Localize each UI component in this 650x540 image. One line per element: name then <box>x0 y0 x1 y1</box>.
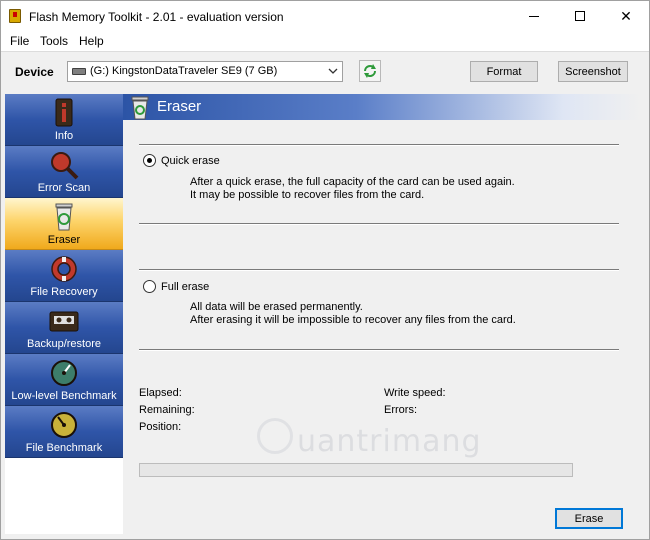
sidebar-item-backup-restore[interactable]: Backup/restore <box>5 302 123 354</box>
errors-label: Errors: <box>384 404 417 416</box>
sidebar-item-label: Eraser <box>47 234 81 246</box>
write-speed-label: Write speed: <box>384 387 446 399</box>
quick-erase-description: After a quick erase, the full capacity o… <box>190 176 515 188</box>
full-erase-label[interactable]: Full erase <box>161 281 209 293</box>
gauge-icon <box>51 360 77 386</box>
recycle-bin-icon <box>131 96 149 120</box>
menu-file[interactable]: File <box>10 34 29 48</box>
quick-erase-radio[interactable] <box>143 154 156 167</box>
full-erase-description: All data will be erased permanently. <box>190 301 363 313</box>
page-title: Eraser <box>157 98 202 115</box>
sidebar: Info Error Scan Eraser File Recovery Bac… <box>5 94 123 534</box>
divider <box>139 349 619 350</box>
minimize-icon <box>529 15 539 17</box>
sidebar-item-low-level-benchmark[interactable]: Low-level Benchmark <box>5 354 123 406</box>
usb-drive-icon <box>72 68 86 75</box>
position-label: Position: <box>139 421 182 433</box>
sidebar-item-error-scan[interactable]: Error Scan <box>5 146 123 198</box>
refresh-arrows-icon <box>364 64 376 78</box>
sidebar-item-label: Error Scan <box>37 182 91 194</box>
close-icon: ✕ <box>620 7 632 24</box>
menu-help[interactable]: Help <box>79 34 104 48</box>
full-erase-radio[interactable] <box>143 280 156 293</box>
format-button[interactable]: Format <box>470 61 538 82</box>
app-icon <box>9 9 21 23</box>
chevron-down-icon <box>328 68 338 74</box>
maximize-icon <box>575 11 585 21</box>
lifebuoy-icon <box>51 256 77 282</box>
full-erase-description: After erasing it will be impossible to r… <box>190 314 516 326</box>
eraser-panel: Eraser Quick erase After a quick erase, … <box>123 94 641 534</box>
sidebar-item-label: Backup/restore <box>27 338 101 350</box>
remaining-label: Remaining: <box>139 404 195 416</box>
quick-erase-label[interactable]: Quick erase <box>161 155 220 167</box>
sidebar-item-eraser[interactable]: Eraser <box>5 198 123 250</box>
device-label: Device <box>15 65 54 79</box>
erase-progress-bar <box>139 463 573 477</box>
close-button[interactable]: ✕ <box>603 1 649 31</box>
refresh-devices-button[interactable] <box>359 60 381 82</box>
device-dropdown[interactable]: (G:) KingstonDataTraveler SE9 (7 GB) <box>67 61 343 82</box>
elapsed-label: Elapsed: <box>139 387 182 399</box>
divider <box>139 269 619 270</box>
sidebar-item-label: Low-level Benchmark <box>11 390 117 402</box>
watermark: uantrimang <box>251 416 491 466</box>
divider <box>139 144 619 145</box>
maximize-button[interactable] <box>557 1 603 31</box>
quick-erase-description: It may be possible to recover files from… <box>190 189 425 201</box>
app-window: Flash Memory Toolkit - 2.01 - evaluation… <box>0 0 650 540</box>
watermark-text: uantrimang <box>297 424 482 459</box>
watermark-logo-icon <box>257 418 293 454</box>
menu-tools[interactable]: Tools <box>40 34 68 48</box>
info-icon <box>55 98 73 127</box>
gauge-icon <box>51 412 77 438</box>
section-header: Eraser <box>123 94 641 120</box>
sidebar-item-label: File Recovery <box>30 286 98 298</box>
menu-bar: File Tools Help <box>1 31 649 51</box>
screenshot-button[interactable]: Screenshot <box>558 61 628 82</box>
recycle-bin-icon <box>55 203 73 231</box>
magnifier-icon <box>51 152 79 180</box>
sidebar-item-file-benchmark[interactable]: File Benchmark <box>5 406 123 458</box>
device-dropdown-value: (G:) KingstonDataTraveler SE9 (7 GB) <box>90 65 278 77</box>
sidebar-item-info[interactable]: Info <box>5 94 123 146</box>
erase-button[interactable]: Erase <box>555 508 623 529</box>
window-title: Flash Memory Toolkit - 2.01 - evaluation… <box>29 10 284 24</box>
title-bar: Flash Memory Toolkit - 2.01 - evaluation… <box>1 1 649 31</box>
sidebar-item-file-recovery[interactable]: File Recovery <box>5 250 123 302</box>
divider <box>139 223 619 224</box>
minimize-button[interactable] <box>511 1 557 31</box>
device-toolbar: Device (G:) KingstonDataTraveler SE9 (7 … <box>1 51 649 89</box>
sidebar-item-label: File Benchmark <box>25 442 103 454</box>
cassette-icon <box>49 311 79 332</box>
sidebar-item-label: Info <box>54 130 74 142</box>
